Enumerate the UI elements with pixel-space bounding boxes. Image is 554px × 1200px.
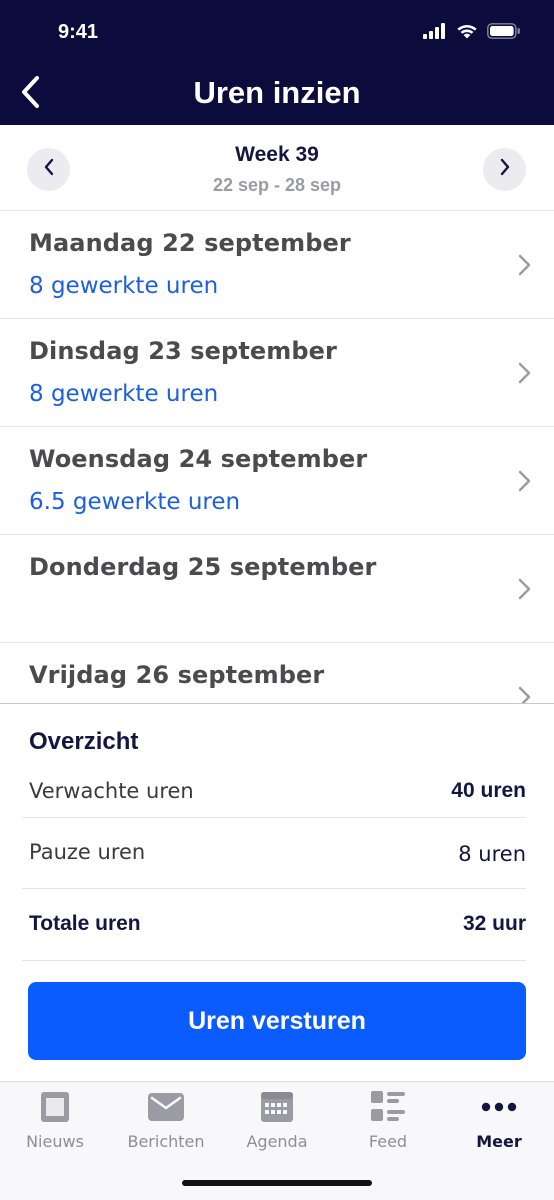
- feed-icon: [333, 1090, 443, 1124]
- tab-label: Feed: [368, 1132, 408, 1151]
- break-hours-label: Pauze uren: [29, 840, 146, 864]
- break-hours-row: Pauze uren 8 uren: [22, 818, 526, 889]
- status-icons: [423, 22, 521, 44]
- tab-berichten[interactable]: Berichten: [111, 1082, 221, 1162]
- day-label: Woensdag 24 september: [29, 445, 368, 473]
- tab-label: Meer: [476, 1132, 522, 1151]
- chevron-right-icon: [514, 253, 534, 277]
- tab-label: Nieuws: [26, 1132, 84, 1151]
- expected-hours-value: 40 uren: [451, 779, 526, 802]
- day-hours: 6.5 gewerkte uren: [29, 489, 241, 515]
- cellular-signal-icon: [423, 22, 447, 44]
- day-row-tuesday[interactable]: Dinsdag 23 september 8 gewerkte uren: [0, 319, 554, 427]
- nav-bar: Uren inzien: [0, 66, 554, 125]
- day-row-monday[interactable]: Maandag 22 september 8 gewerkte uren: [0, 211, 554, 319]
- week-title: Week 39: [235, 143, 319, 166]
- status-time: 9:41: [58, 21, 99, 43]
- tab-label: Berichten: [127, 1132, 205, 1151]
- day-label: Dinsdag 23 september: [29, 337, 337, 365]
- total-hours-row: Totale uren 32 uur: [22, 889, 526, 961]
- tab-nieuws[interactable]: Nieuws: [0, 1082, 110, 1162]
- week-range: 22 sep - 28 sep: [212, 175, 342, 195]
- app-header: 9:41 Uren inzien: [0, 0, 554, 125]
- chevron-right-icon: [514, 469, 534, 493]
- chevron-right-icon: [514, 577, 534, 601]
- status-bar: 9:41: [0, 0, 554, 66]
- day-hours: 8 gewerkte uren: [29, 273, 219, 299]
- calendar-icon: [222, 1090, 332, 1124]
- day-row-wednesday[interactable]: Woensdag 24 september 6.5 gewerkte uren: [0, 427, 554, 535]
- tab-label: Agenda: [246, 1132, 308, 1151]
- submit-hours-button[interactable]: Uren versturen: [28, 982, 526, 1060]
- break-hours-value: 8 uren: [458, 842, 526, 866]
- total-hours-value: 32 uur: [462, 912, 526, 935]
- week-selector: Week 39 22 sep - 28 sep: [0, 125, 554, 211]
- day-hours: 8 gewerkte uren: [29, 381, 219, 407]
- page-title: Uren inzien: [193, 75, 361, 110]
- day-label: Vrijdag 26 september: [29, 661, 325, 689]
- news-icon: [0, 1090, 110, 1124]
- battery-icon: [487, 22, 521, 44]
- expected-hours-row: Verwachte uren 40 uren: [22, 764, 526, 818]
- tab-feed[interactable]: Feed: [333, 1082, 443, 1162]
- day-row-thursday[interactable]: Donderdag 25 september: [0, 535, 554, 643]
- summary-panel: Overzicht Verwachte uren 40 uren Pauze u…: [0, 703, 554, 1081]
- chevron-right-icon: [514, 361, 534, 385]
- day-row-friday[interactable]: Vrijdag 26 september: [0, 643, 554, 703]
- total-hours-label: Totale uren: [29, 912, 141, 935]
- tab-bar: Nieuws Berichten Agenda Feed Meer: [0, 1081, 554, 1200]
- next-week-button[interactable]: [483, 148, 526, 191]
- day-label: Donderdag 25 september: [29, 553, 377, 581]
- day-list: Maandag 22 september 8 gewerkte uren Din…: [0, 211, 554, 703]
- tab-agenda[interactable]: Agenda: [222, 1082, 332, 1162]
- chevron-right-icon: [499, 158, 511, 181]
- day-label: Maandag 22 september: [29, 229, 351, 257]
- home-indicator: [182, 1180, 372, 1186]
- summary-title: Overzicht: [29, 728, 139, 755]
- more-dots-icon: [444, 1090, 554, 1124]
- chevron-right-icon: [514, 685, 534, 703]
- tab-meer[interactable]: Meer: [444, 1082, 554, 1162]
- wifi-icon: [456, 23, 478, 44]
- envelope-icon: [111, 1090, 221, 1124]
- expected-hours-label: Verwachte uren: [29, 779, 194, 803]
